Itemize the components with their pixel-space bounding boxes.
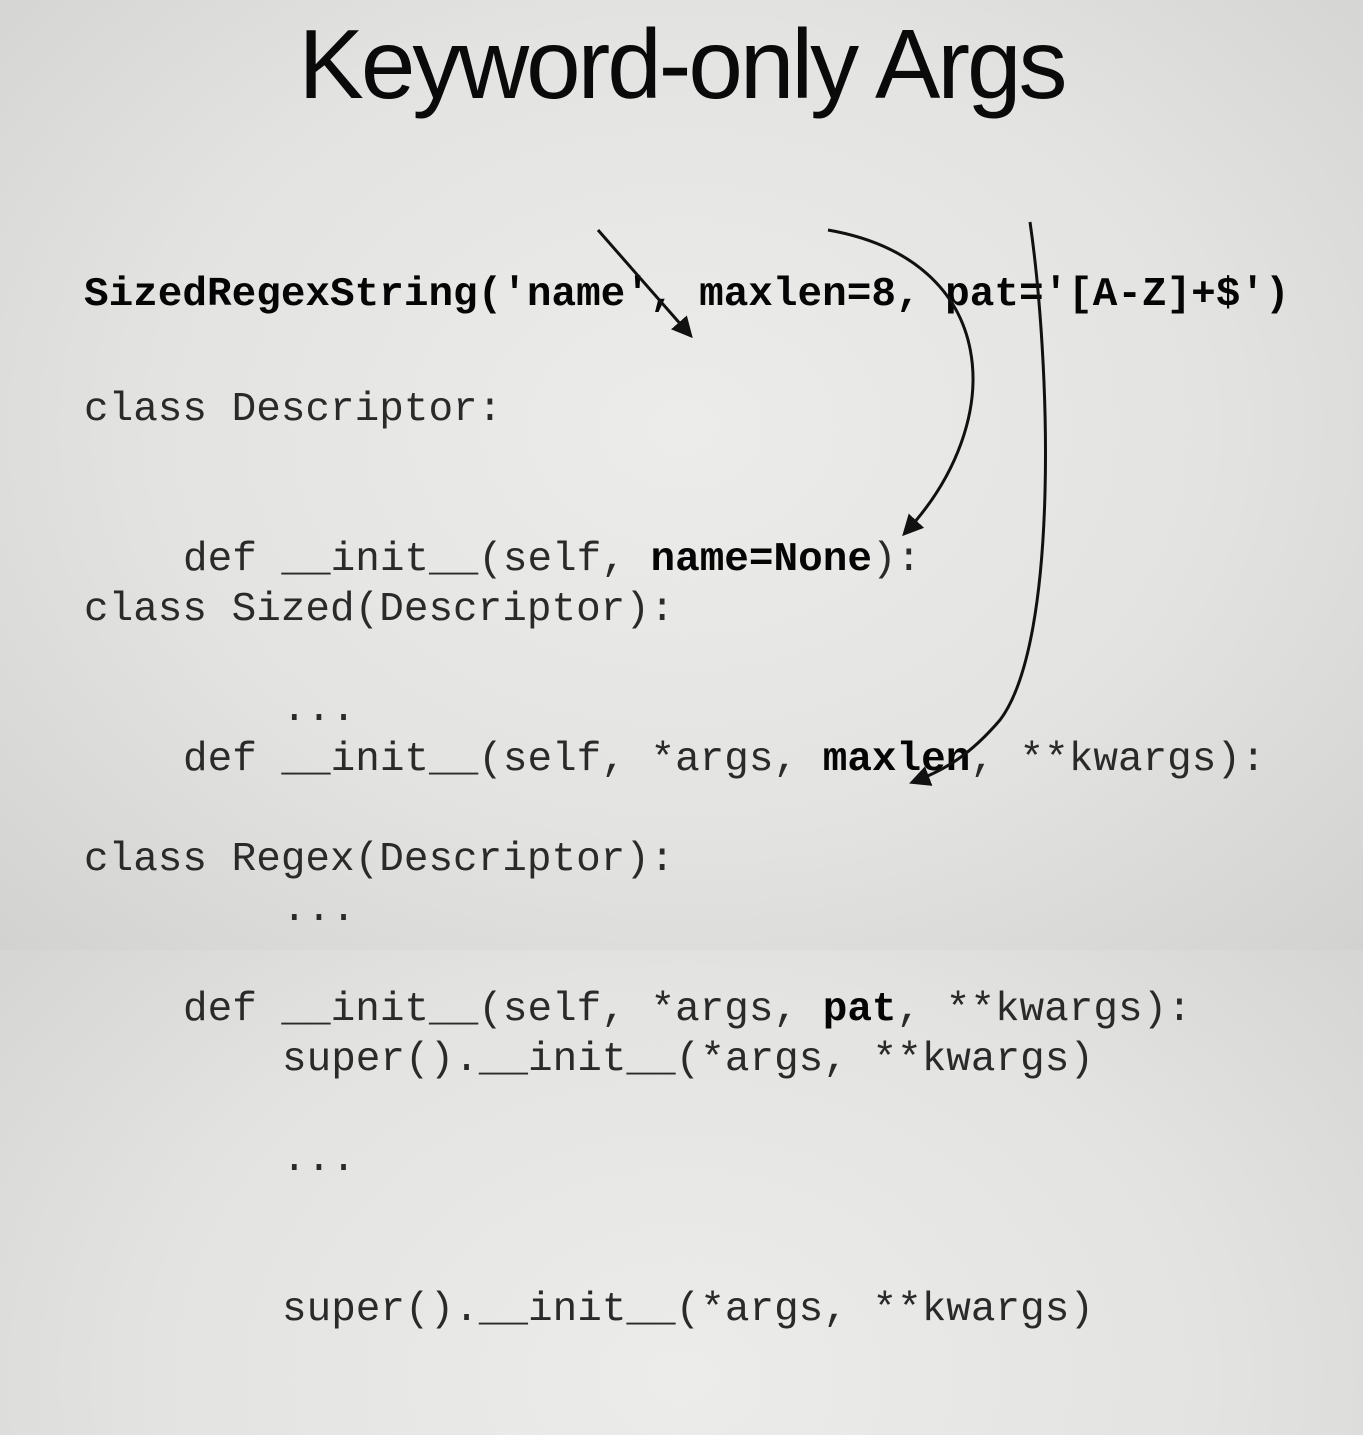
regex-class-block: class Regex(Descriptor): def __init__(se… [84, 735, 1192, 1435]
slide-title: Keyword-only Args [298, 9, 1067, 119]
slide: Keyword-only Args SizedRegexString('name… [0, 0, 1363, 1333]
regex-init-line: def __init__(self, *args, pat, **kwargs)… [84, 985, 1192, 1035]
regex-init-suffix: , **kwargs): [896, 987, 1192, 1033]
regex-init-prefix: def __init__(self, *args, [183, 987, 823, 1033]
regex-init-param: pat [822, 987, 897, 1033]
regex-class-header: class Regex(Descriptor): [84, 837, 675, 883]
regex-super-line: super().__init__(*args, **kwargs) [282, 1287, 1094, 1333]
regex-ellipsis: ... [282, 1137, 356, 1183]
descriptor-class-header: class Descriptor: [84, 387, 503, 433]
sized-class-header: class Sized(Descriptor): [84, 587, 675, 633]
